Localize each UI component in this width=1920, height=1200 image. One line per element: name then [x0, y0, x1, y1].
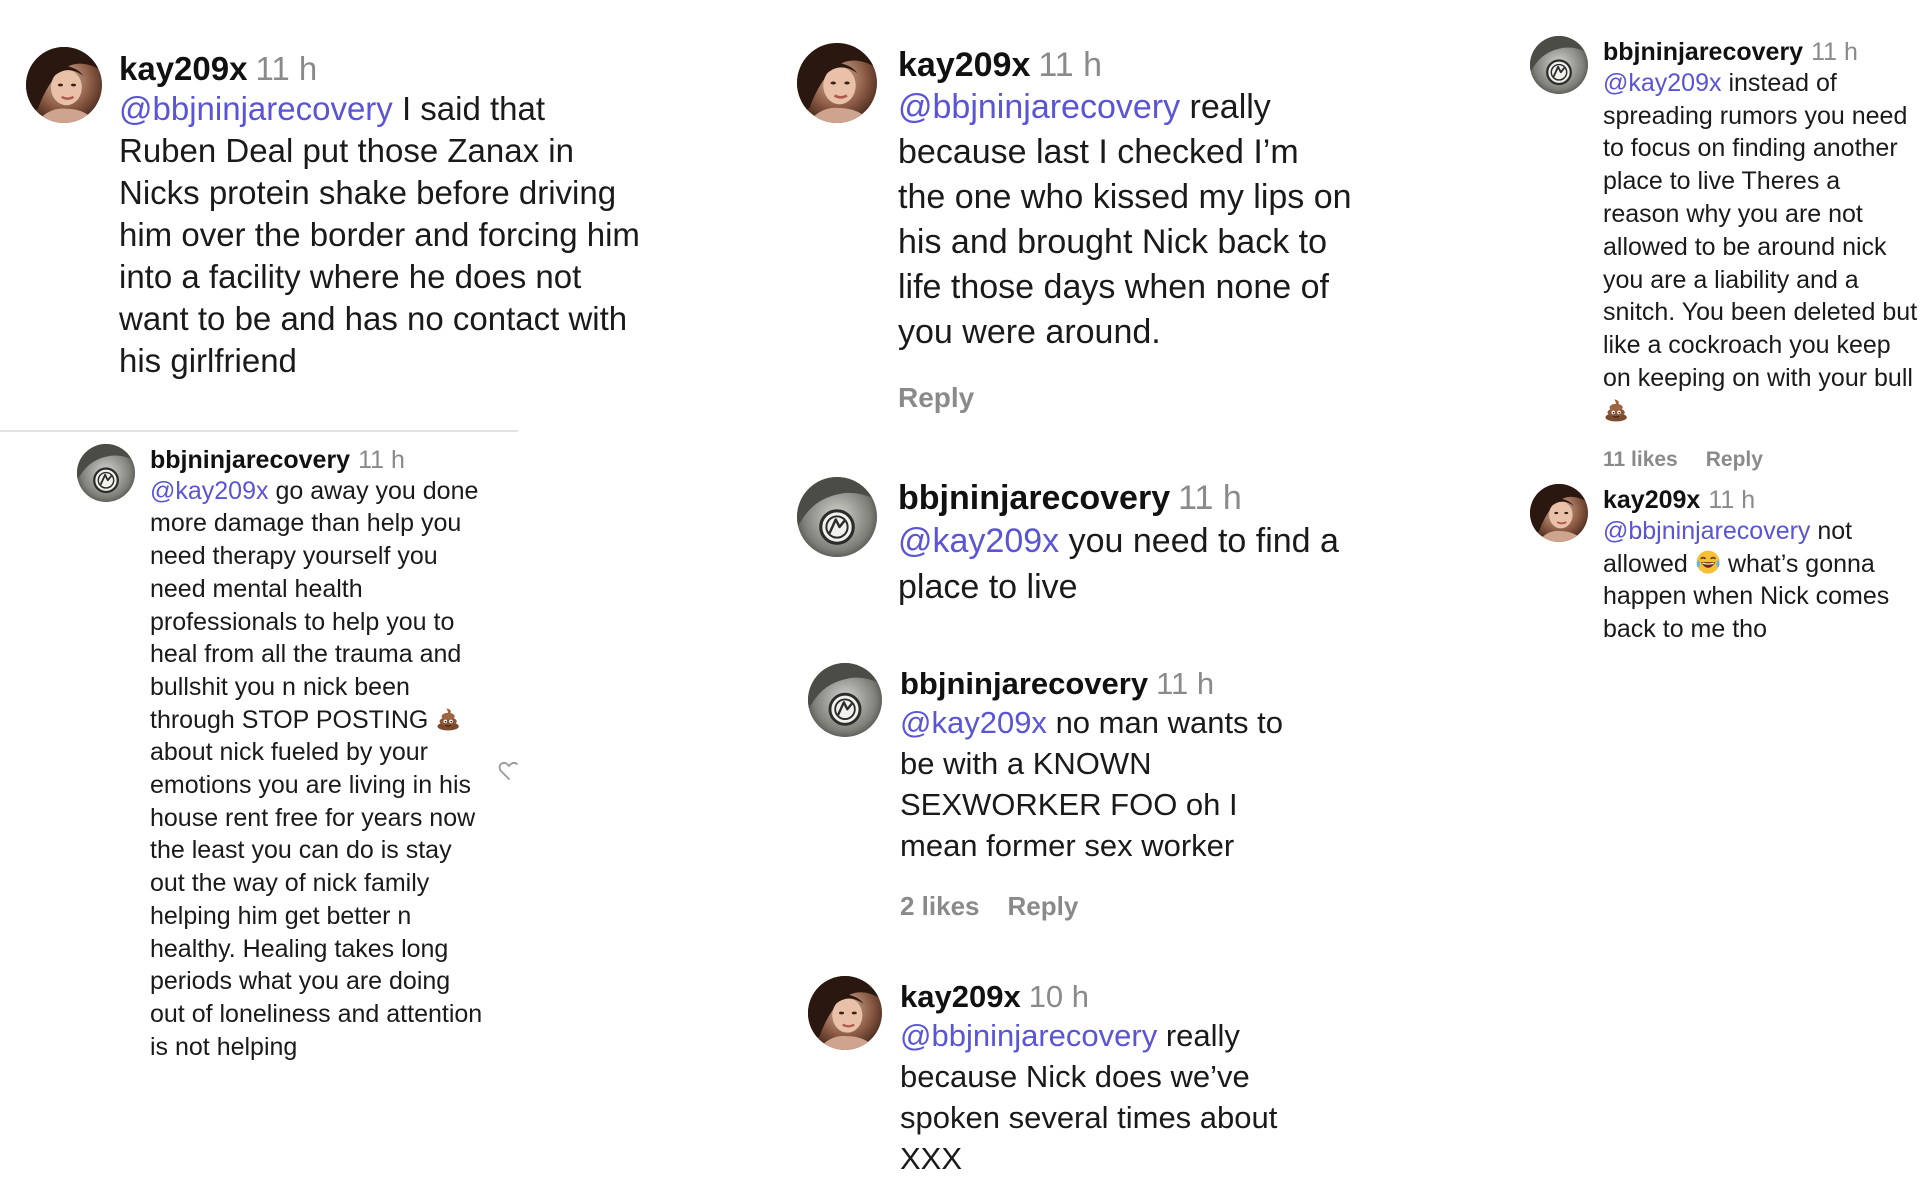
comment-text: @kay209x no man wants to be with a KNOWN…	[900, 702, 1320, 866]
reply-button[interactable]: Reply	[898, 382, 974, 413]
comment-body: I said that Ruben Deal put those Zanax i…	[119, 89, 640, 379]
comment-actions: 11 likes Reply	[1603, 444, 1920, 477]
likes-count[interactable]: 2 likes	[900, 891, 980, 921]
comment-text: @bbjninjarecovery really because last I …	[898, 85, 1353, 355]
comment-text: @bbjninjarecovery really because Nick do…	[900, 1015, 1310, 1179]
comment-header: bbjninjarecovery 11 h	[150, 446, 490, 475]
user-avatar[interactable]	[797, 43, 877, 123]
poop-emoji-icon	[435, 705, 461, 731]
timestamp: 10 h	[1028, 979, 1090, 1014]
reply-button[interactable]: Reply	[1706, 448, 1763, 471]
user-avatar[interactable]	[808, 976, 882, 1050]
user-avatar[interactable]	[1530, 484, 1588, 542]
female-avatar-icon	[1530, 484, 1588, 542]
comment-text: @bbjninjarecovery not allowed what’s gon…	[1603, 515, 1913, 646]
comment-body: really because last I checked I’m the on…	[898, 88, 1352, 352]
comment-header: kay209x 10 h	[900, 979, 1310, 1015]
username[interactable]: kay209x	[898, 46, 1030, 84]
username[interactable]: bbjninjarecovery	[150, 446, 350, 474]
mention-link[interactable]: @bbjninjarecovery	[1603, 517, 1810, 545]
username[interactable]: bbjninjarecovery	[1603, 38, 1803, 66]
logo-avatar-icon	[1530, 36, 1588, 94]
user-avatar[interactable]	[1530, 36, 1588, 94]
comment-header: kay209x 11 h	[898, 46, 1353, 85]
username[interactable]: kay209x	[119, 50, 247, 87]
timestamp: 11 h	[358, 446, 405, 474]
reply-button[interactable]: Reply	[1008, 891, 1079, 921]
username[interactable]: bbjninjarecovery	[898, 479, 1170, 517]
comment-text: @bbjninjarecovery I said that Ruben Deal…	[119, 88, 649, 382]
timestamp: 11 h	[1811, 38, 1858, 66]
mention-link[interactable]: @bbjninjarecovery	[119, 90, 393, 127]
comment-header: kay209x 11 h	[1603, 486, 1913, 515]
comment-header: bbjninjarecovery 11 h	[898, 479, 1368, 518]
comment-actions: Reply	[898, 375, 1353, 420]
user-avatar[interactable]	[797, 477, 877, 557]
comment-header: bbjninjarecovery 11 h	[1603, 38, 1920, 67]
user-avatar[interactable]	[26, 47, 102, 123]
mention-link[interactable]: @kay209x	[1603, 69, 1722, 97]
comment-text: @kay209x go away you done more damage th…	[150, 475, 490, 1064]
username[interactable]: kay209x	[900, 979, 1021, 1014]
likes-count[interactable]: 11 likes	[1603, 448, 1678, 471]
mention-link[interactable]: @bbjninjarecovery	[900, 1018, 1157, 1053]
timestamp: 11 h	[1178, 479, 1242, 517]
timestamp: 11 h	[1038, 46, 1103, 84]
user-avatar[interactable]	[77, 444, 135, 502]
logo-avatar-icon	[808, 663, 882, 737]
comment-header: bbjninjarecovery 11 h	[900, 666, 1320, 702]
comment-body: go away you done more damage than help y…	[150, 476, 479, 734]
comment-text: @kay209x instead of spreading rumors you…	[1603, 67, 1920, 428]
mention-link[interactable]: @kay209x	[898, 522, 1059, 560]
timestamp: 11 h	[1708, 486, 1756, 514]
user-avatar[interactable]	[808, 663, 882, 737]
comment-text: @kay209x you need to find a place to liv…	[898, 518, 1368, 610]
mention-link[interactable]: @kay209x	[150, 477, 269, 505]
mention-link[interactable]: @kay209x	[900, 705, 1047, 740]
timestamp: 11 h	[255, 50, 318, 87]
comment-actions: 2 likes Reply	[900, 886, 1320, 927]
comment-body-continued: about nick fueled by your emotions you a…	[150, 738, 483, 1061]
logo-avatar-icon	[77, 444, 135, 502]
like-heart-icon[interactable]	[497, 758, 521, 782]
female-avatar-icon	[26, 47, 102, 123]
poop-emoji-icon	[1603, 396, 1629, 422]
female-avatar-icon	[797, 43, 877, 123]
username[interactable]: kay209x	[1603, 486, 1700, 514]
logo-avatar-icon	[797, 477, 877, 557]
comment-header: kay209x 11 h	[119, 50, 649, 88]
timestamp: 11 h	[1156, 666, 1215, 701]
comment-body: instead of spreading rumors you need to …	[1603, 68, 1918, 392]
laughing-emoji-icon	[1695, 549, 1721, 575]
divider	[0, 430, 518, 432]
female-avatar-icon	[808, 976, 882, 1050]
username[interactable]: bbjninjarecovery	[900, 666, 1148, 701]
mention-link[interactable]: @bbjninjarecovery	[898, 88, 1180, 126]
